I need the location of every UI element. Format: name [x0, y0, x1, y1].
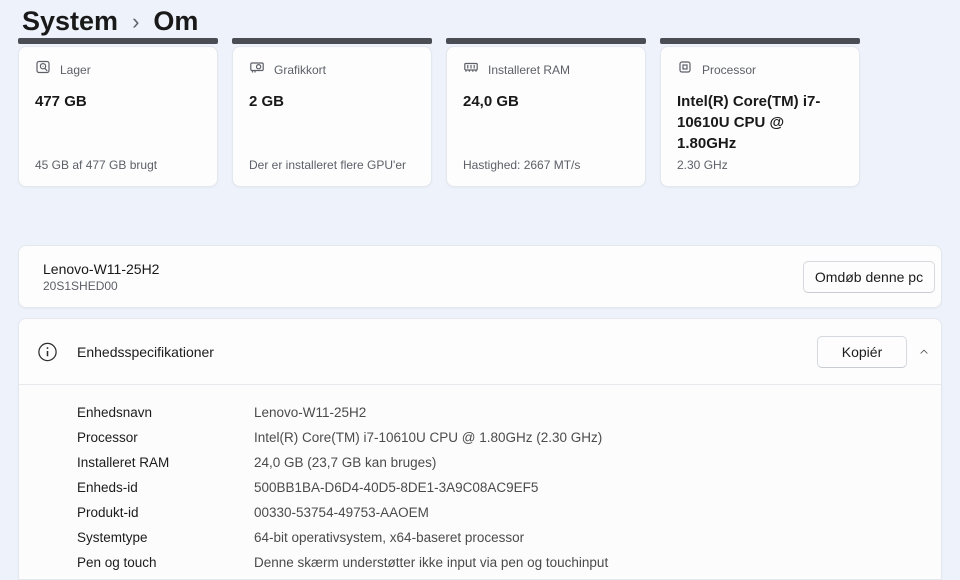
spec-row-value: Denne skærm understøtter ikke input via … [254, 555, 608, 570]
device-id: 20S1SHED00 [43, 278, 159, 294]
overview-card-label: Grafikkort [274, 63, 326, 77]
overview-cards-row: Lager 477 GB 45 GB af 477 GB brugt Grafi… [18, 38, 860, 187]
overview-card-label: Lager [60, 63, 91, 77]
rename-pc-button[interactable]: Omdøb denne pc [803, 261, 935, 293]
overview-card-body: Processor Intel(R) Core(TM) i7-10610U CP… [660, 46, 860, 187]
overview-card: Installeret RAM 24,0 GB Hastighed: 2667 … [446, 38, 646, 187]
spec-row-label: Processor [77, 430, 254, 445]
device-name: Lenovo-W11-25H2 [43, 260, 159, 278]
spec-row: Processor Intel(R) Core(TM) i7-10610U CP… [19, 425, 941, 450]
clipped-card-top-strip [660, 38, 860, 44]
overview-card-body: Installeret RAM 24,0 GB Hastighed: 2667 … [446, 46, 646, 187]
device-specifications-title: Enhedsspecifikationer [77, 344, 214, 360]
copy-button[interactable]: Kopiér [817, 336, 907, 368]
info-icon [37, 341, 58, 362]
cpu-icon [677, 59, 693, 80]
storage-icon [35, 59, 51, 80]
ram-icon [463, 59, 479, 80]
spec-row: Pen og touch Denne skærm understøtter ik… [19, 550, 941, 575]
overview-card-footer: Hastighed: 2667 MT/s [463, 158, 629, 174]
page-title: Om [153, 6, 198, 37]
spec-row-label: Enhedsnavn [77, 405, 254, 420]
breadcrumb-system[interactable]: System [22, 6, 118, 37]
spec-row: Produkt-id 00330-53754-49753-AAOEM [19, 500, 941, 525]
clipped-card-top-strip [446, 38, 646, 44]
device-specifications-table: Enhedsnavn Lenovo-W11-25H2 Processor Int… [19, 385, 941, 575]
spec-row-label: Produkt-id [77, 505, 254, 520]
device-name-card: Lenovo-W11-25H2 20S1SHED00 Omdøb denne p… [18, 245, 942, 308]
spec-row-label: Pen og touch [77, 555, 254, 570]
overview-card-label: Processor [702, 63, 756, 77]
spec-row: Enhedsnavn Lenovo-W11-25H2 [19, 400, 941, 425]
overview-card-value: 2 GB [249, 91, 415, 112]
device-specifications-expander: Enhedsspecifikationer Kopiér Enhedsnavn … [18, 318, 942, 580]
spec-row-value: 64-bit operativsystem, x64-baseret proce… [254, 530, 524, 545]
overview-card-footer: 45 GB af 477 GB brugt [35, 158, 201, 174]
spec-row: Installeret RAM 24,0 GB (23,7 GB kan bru… [19, 450, 941, 475]
overview-card-footer: 2.30 GHz [677, 158, 843, 174]
spec-row-label: Systemtype [77, 530, 254, 545]
overview-card: Processor Intel(R) Core(TM) i7-10610U CP… [660, 38, 860, 187]
overview-card-body: Lager 477 GB 45 GB af 477 GB brugt [18, 46, 218, 187]
chevron-right-icon: › [132, 7, 139, 35]
spec-row-value: 24,0 GB (23,7 GB kan bruges) [254, 455, 436, 470]
overview-card-footer: Der er installeret flere GPU'er [249, 158, 415, 174]
overview-card-value: Intel(R) Core(TM) i7-10610U CPU @ 1.80GH… [677, 91, 843, 154]
clipped-card-top-strip [232, 38, 432, 44]
spec-row-value: Intel(R) Core(TM) i7-10610U CPU @ 1.80GH… [254, 430, 602, 445]
breadcrumb: System › Om [22, 2, 198, 40]
spec-row: Enheds-id 500BB1BA-D6D4-40D5-8DE1-3A9C08… [19, 475, 941, 500]
overview-card-value: 24,0 GB [463, 91, 629, 112]
settings-about-page: System › Om Lager 477 GB 45 GB af 477 GB… [0, 0, 960, 580]
spec-row-value: Lenovo-W11-25H2 [254, 405, 366, 420]
spec-row-label: Enheds-id [77, 480, 254, 495]
spec-row-value: 00330-53754-49753-AAOEM [254, 505, 429, 520]
spec-row-label: Installeret RAM [77, 455, 254, 470]
device-specifications-header[interactable]: Enhedsspecifikationer Kopiér [19, 319, 941, 385]
overview-card: Lager 477 GB 45 GB af 477 GB brugt [18, 38, 218, 187]
overview-card: Grafikkort 2 GB Der er installeret flere… [232, 38, 432, 187]
gpu-icon [249, 59, 265, 80]
overview-card-label: Installeret RAM [488, 63, 570, 77]
chevron-up-icon[interactable] [913, 341, 935, 363]
overview-card-body: Grafikkort 2 GB Der er installeret flere… [232, 46, 432, 187]
spec-row-value: 500BB1BA-D6D4-40D5-8DE1-3A9C08AC9EF5 [254, 480, 538, 495]
clipped-card-top-strip [18, 38, 218, 44]
spec-row: Systemtype 64-bit operativsystem, x64-ba… [19, 525, 941, 550]
overview-card-value: 477 GB [35, 91, 201, 112]
